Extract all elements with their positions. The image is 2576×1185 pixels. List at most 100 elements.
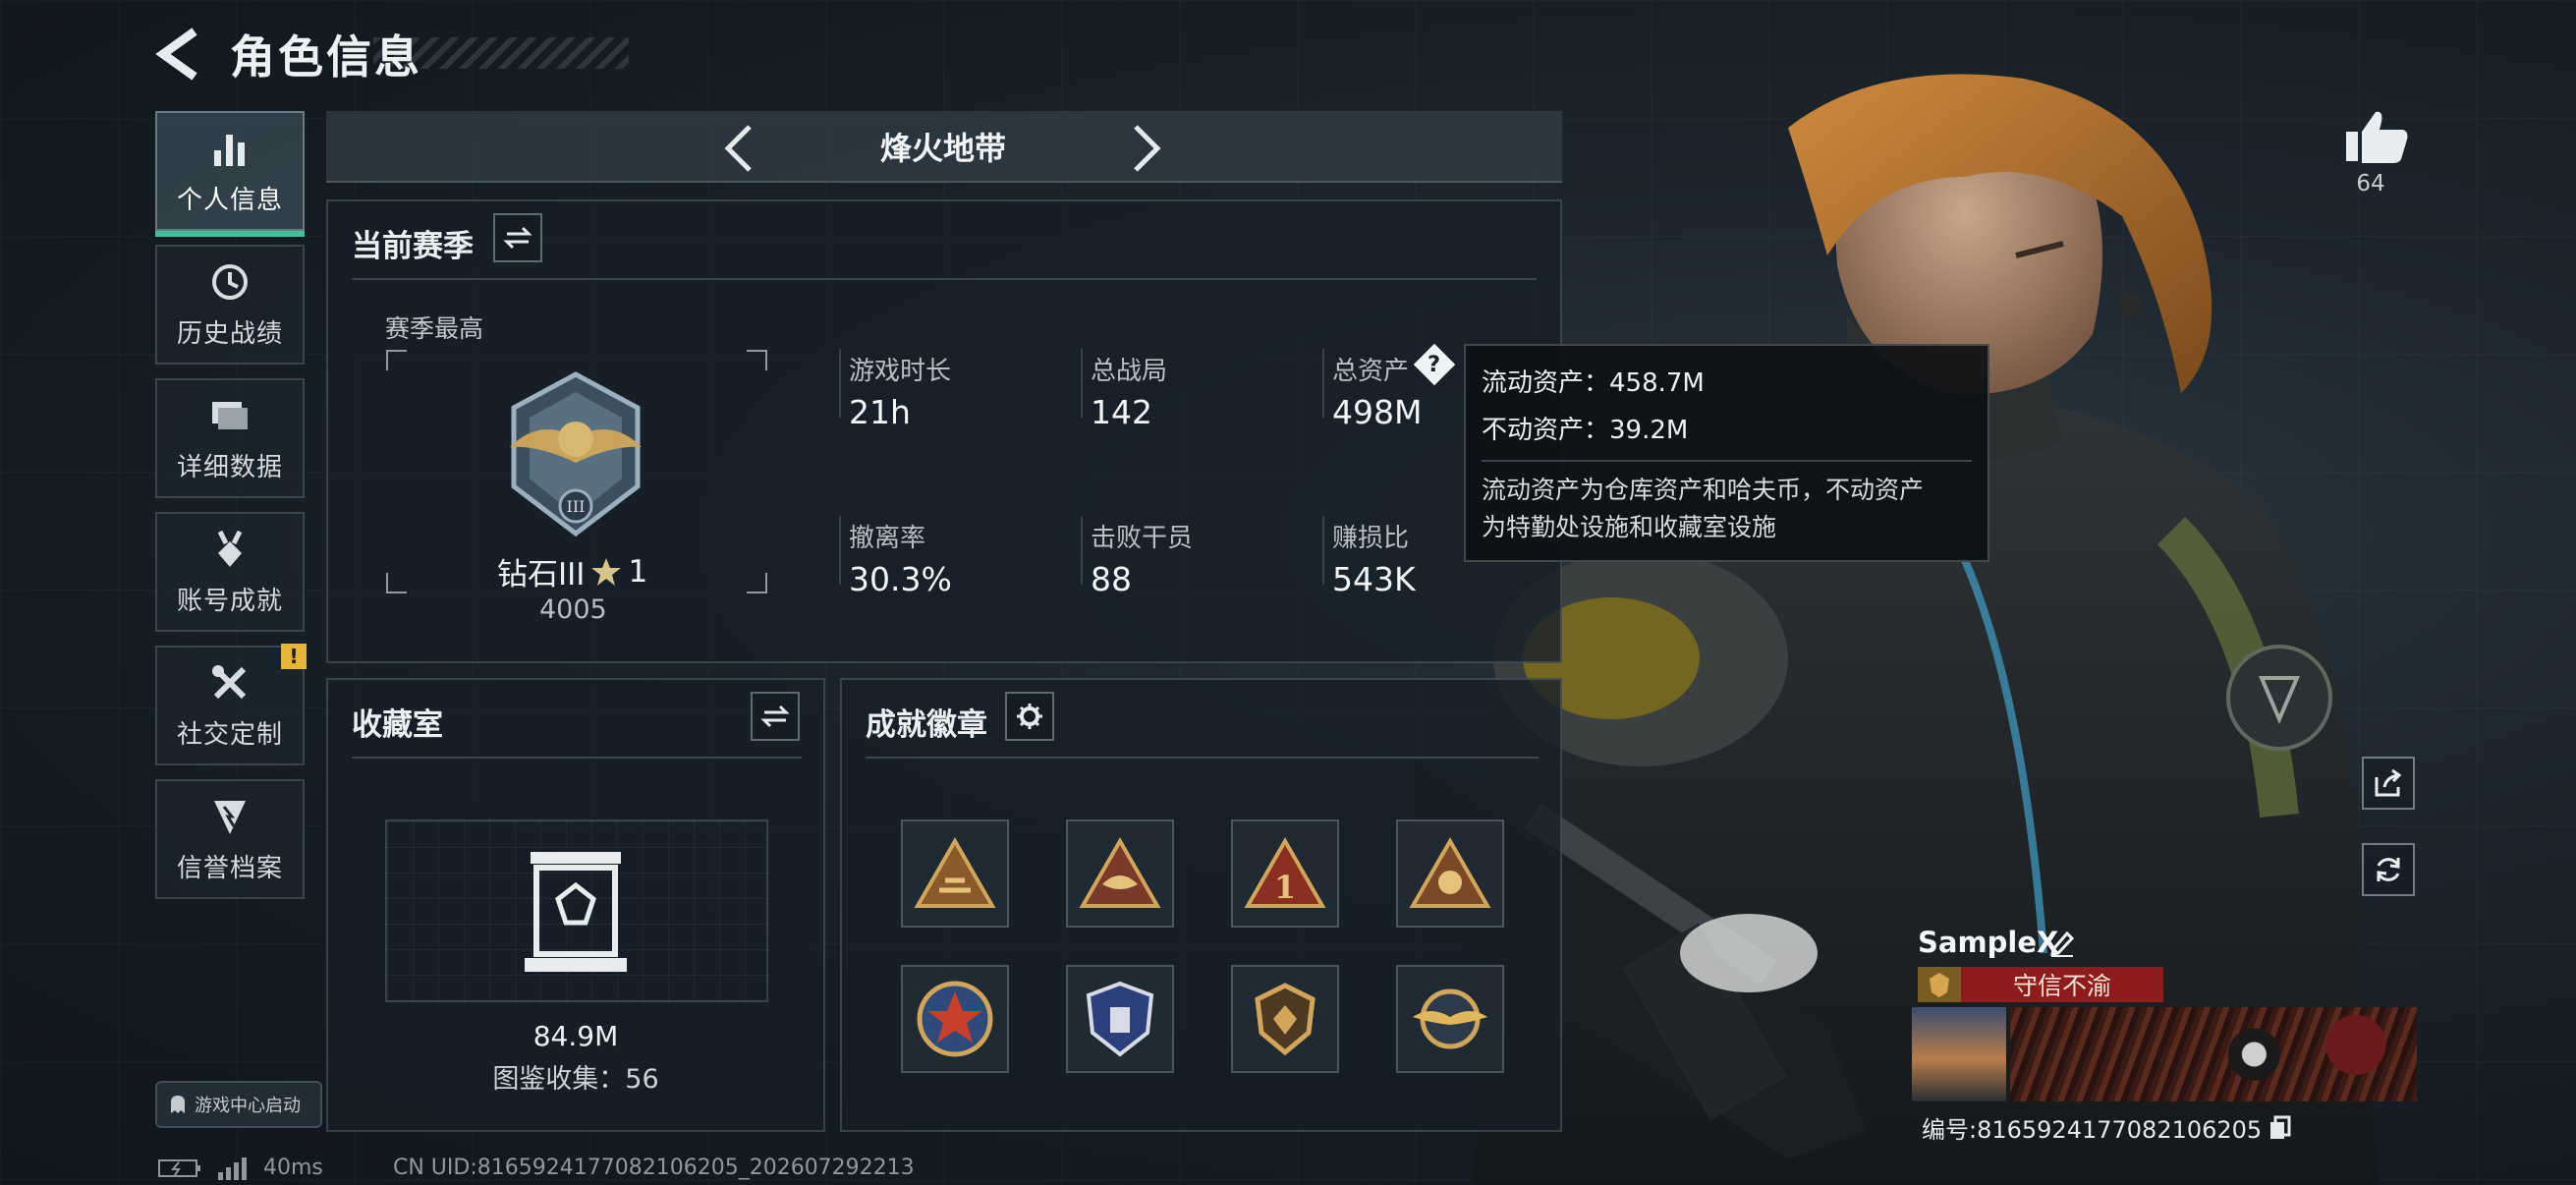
achievement-badge[interactable] — [1066, 819, 1174, 928]
achievement-badge[interactable] — [1396, 819, 1504, 928]
credit-shield-icon — [214, 800, 246, 834]
medal-icon — [217, 530, 243, 567]
chevron-left-icon[interactable] — [722, 123, 756, 174]
player-name: SampleX — [1918, 926, 2059, 959]
star-icon — [591, 557, 622, 586]
stat-label: 游戏时长 — [849, 357, 952, 386]
player-title-badge[interactable]: 守信不渝 — [1918, 967, 2163, 1002]
chevron-right-icon[interactable] — [1130, 123, 1163, 174]
nav-label: 信誉档案 — [176, 853, 283, 883]
collection-count: 图鉴收集：56 — [492, 1064, 659, 1095]
achievement-badge[interactable] — [1066, 965, 1174, 1073]
share-button[interactable] — [2362, 757, 2415, 810]
stat-value: 30.3% — [849, 560, 952, 598]
stat-divider — [1322, 349, 1324, 418]
stat-divider — [1322, 516, 1324, 585]
page-title: 角色信息 — [230, 30, 422, 84]
bar-chart-icon — [214, 134, 245, 166]
nav-label: 个人信息 — [176, 185, 283, 215]
help-icon[interactable]: ? — [1413, 343, 1456, 386]
banner-card-image — [2010, 1007, 2417, 1101]
battery-icon — [158, 1158, 200, 1177]
svg-text:III: III — [567, 497, 586, 516]
game-center-launch[interactable]: 游戏中心启动 — [155, 1081, 322, 1128]
nav-item-detail-data[interactable]: 详细数据 — [155, 378, 305, 498]
edit-pencil-icon[interactable] — [2047, 928, 2077, 957]
stat-value: 498M — [1332, 393, 1423, 431]
liquid-assets: 流动资产：458.7M — [1482, 368, 1705, 398]
wings-badge-icon — [1413, 988, 1487, 1049]
player-banner[interactable] — [1912, 1007, 2417, 1101]
stat-value: 142 — [1091, 393, 1152, 431]
hex-shield-badge-icon — [1255, 983, 1316, 1056]
nav-item-history[interactable]: 历史战绩 — [155, 245, 305, 365]
player-uid-row: 编号:8165924177082106205 — [1922, 1110, 2293, 1145]
status-bar: 40ms — [157, 1156, 323, 1180]
triangle-badge-icon — [1079, 837, 1161, 908]
ping-value: 40ms — [263, 1156, 323, 1180]
gear-icon — [1017, 704, 1042, 729]
triangle-badge-icon — [914, 837, 996, 908]
refresh-button[interactable] — [2362, 843, 2415, 896]
mode-name: 烽火地带 — [879, 130, 1006, 167]
fixed-assets: 不动资产：39.2M — [1482, 416, 1689, 445]
nav-item-achievements[interactable]: 账号成就 — [155, 512, 305, 632]
player-uid: 编号:8165924177082106205 — [1922, 1116, 2263, 1144]
signal-icon — [218, 1157, 247, 1180]
achievement-divider — [866, 757, 1539, 759]
achievement-badge[interactable] — [1396, 965, 1504, 1073]
stat-divider — [1081, 349, 1083, 418]
assets-description-1: 流动资产为仓库资产和哈夫币，不动资产 — [1482, 476, 1925, 504]
achievement-settings-button[interactable] — [1005, 692, 1054, 741]
nav-item-credit-file[interactable]: 信誉档案 — [155, 779, 305, 899]
copy-icon[interactable] — [2268, 1115, 2293, 1141]
nav-item-social-custom[interactable]: 社交定制 ! — [155, 644, 307, 765]
nav-label: 账号成就 — [176, 586, 283, 616]
season-switch-button[interactable] — [493, 213, 542, 262]
diamond-rank-emblem: III — [510, 371, 642, 537]
season-best-label: 赛季最高 — [385, 314, 484, 343]
launch-label: 游戏中心启动 — [195, 1096, 301, 1116]
assets-tooltip: 流动资产：458.7M 不动资产：39.2M 流动资产为仓库资产和哈夫币，不动资… — [1464, 344, 1989, 562]
stat-value: 543K — [1332, 560, 1416, 598]
player-title: 守信不渝 — [2012, 972, 2111, 1000]
rank-stars: 1 — [628, 553, 648, 590]
folder-icon — [212, 401, 248, 429]
stat-divider — [839, 349, 841, 418]
share-icon — [2375, 768, 2402, 797]
rank-name-row: 钻石III 1 — [497, 549, 647, 593]
achievement-badge[interactable]: 1 — [1231, 819, 1339, 928]
history-clock-icon — [212, 263, 248, 300]
stat-label: 总资产 — [1332, 357, 1410, 386]
triangle-badge-icon — [1409, 837, 1491, 908]
ghost-icon — [171, 1096, 185, 1113]
collection-divider — [352, 757, 802, 759]
stat-label: 赚损比 — [1332, 524, 1410, 553]
stat-label: 总战局 — [1091, 357, 1168, 386]
current-season-panel: 当前赛季 赛季最高 III 钻石III 1 4005 游戏时长 21h 总战局 … — [326, 199, 1562, 663]
stat-value: 88 — [1091, 560, 1132, 598]
collection-switch-button[interactable] — [751, 692, 800, 741]
achievement-badges-panel: 成就徽章 1 — [840, 678, 1562, 1132]
achievement-title: 成就徽章 — [866, 707, 987, 743]
achievement-badge[interactable] — [901, 965, 1009, 1073]
collection-value: 84.9M — [532, 1020, 619, 1052]
achievement-badge[interactable] — [901, 819, 1009, 928]
rank-points: 4005 — [539, 594, 607, 625]
season-title: 当前赛季 — [352, 229, 474, 264]
achievement-badge[interactable] — [1231, 965, 1339, 1073]
nav-item-personal-info[interactable]: 个人信息 — [155, 111, 305, 237]
refresh-icon — [2377, 858, 2400, 881]
cn-uid: CN UID:8165924177082106205_202607292213 — [393, 1156, 915, 1180]
collection-title: 收藏室 — [352, 707, 443, 743]
showcase-icon — [525, 852, 627, 972]
season-divider — [352, 278, 1537, 280]
back-arrow-icon[interactable] — [155, 28, 204, 81]
collection-room-panel: 收藏室 84.9M 图鉴收集：56 — [326, 678, 825, 1132]
triangle-number-badge-icon: 1 — [1244, 837, 1326, 908]
stat-label: 击败干员 — [1091, 524, 1194, 553]
banner-avatar-image — [1912, 1007, 2006, 1101]
side-nav: 个人信息 历史战绩 详细数据 账号成就 社交定制 ! 信誉档案 — [155, 111, 307, 913]
stat-divider — [839, 516, 841, 585]
thumbs-up-icon[interactable] — [2338, 106, 2417, 165]
